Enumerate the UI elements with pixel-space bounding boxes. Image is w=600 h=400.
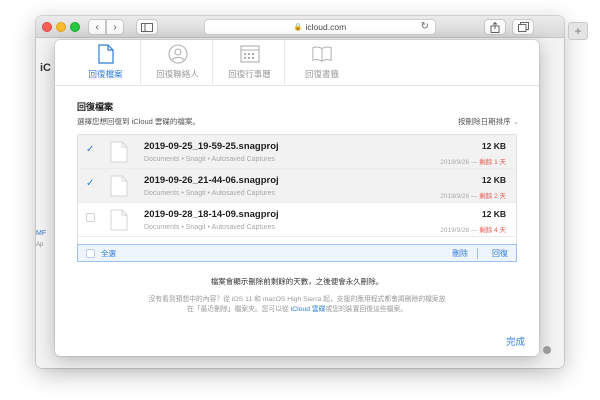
file-path: Documents • Snagit • Autosaved Captures xyxy=(144,224,275,231)
help-text: 在「最近刪除」檔案夾。您可以從 iCloud 雲碟或您的裝置回復這些檔案。 xyxy=(55,303,539,313)
file-checkbox[interactable]: ✓ xyxy=(86,144,95,155)
lock-icon: 🔒 xyxy=(293,24,303,31)
sort-label: 按刪除日期排序 xyxy=(458,117,511,126)
file-name: 2019-09-26_21-44-06.snagproj xyxy=(144,175,279,186)
sidebar-toggle-button[interactable] xyxy=(136,19,158,35)
zoom-window-button[interactable] xyxy=(70,22,80,32)
background-text: MF xyxy=(36,230,47,237)
reload-icon[interactable]: ↻ xyxy=(421,21,429,32)
file-path: Documents • Snagit • Autosaved Captures xyxy=(144,156,275,163)
file-icon xyxy=(110,209,128,231)
tab-restore-files[interactable]: 回復檔案 xyxy=(71,40,141,84)
help-text-part: 或您的裝置回復這些檔案。 xyxy=(325,306,408,313)
icloud-drive-link[interactable]: iCloud 雲碟 xyxy=(291,306,326,313)
list-item[interactable]: 2019-09-28_18-14-09.snagproj Documents •… xyxy=(78,203,516,237)
divider xyxy=(55,85,539,86)
sort-dropdown[interactable]: 按刪除日期排序 ⌄ xyxy=(458,116,519,127)
section-title: 回復檔案 xyxy=(77,102,114,112)
share-icon xyxy=(490,21,500,33)
sidebar-icon xyxy=(141,22,153,32)
background-text: Ap xyxy=(36,242,44,248)
file-date: 2019/9/28 — 剩餘 4 天 xyxy=(440,224,506,234)
list-item[interactable]: ✓ 2019-09-25_19-59-25.snagproj Documents… xyxy=(78,135,516,169)
back-button[interactable]: ‹ xyxy=(88,19,106,35)
new-tab-button[interactable]: + xyxy=(568,22,588,40)
share-button[interactable] xyxy=(484,19,506,35)
days-remaining: 剩餘 1 天 xyxy=(479,159,506,166)
select-all-checkbox[interactable] xyxy=(86,248,95,258)
file-date: 2019/9/26 — 剩餘 1 天 xyxy=(440,156,506,166)
file-checkbox[interactable] xyxy=(86,213,95,222)
days-remaining: 剩餘 4 天 xyxy=(479,227,506,234)
restore-button[interactable]: 回復 xyxy=(492,248,508,259)
file-size: 12 KB xyxy=(481,209,506,219)
file-size: 12 KB xyxy=(481,141,506,151)
app-initials: iC xyxy=(40,62,51,74)
checkmark-icon: ✓ xyxy=(86,144,95,155)
file-icon xyxy=(110,175,128,197)
tab-overview-button[interactable] xyxy=(512,19,534,35)
document-icon xyxy=(97,44,114,64)
days-remaining: 剩餘 2 天 xyxy=(479,193,506,200)
file-icon xyxy=(110,141,128,163)
tab-label: 回復行事曆 xyxy=(228,69,271,79)
retention-notice: 檔案會顯示刪除前剩餘的天數，之後便會永久刪除。 xyxy=(210,277,384,286)
restore-files-dialog: 回復檔案 回復聯絡人 回復行事曆 回復書籤 回復檔案 選擇您想回復到 iClou… xyxy=(55,40,539,356)
list-item[interactable]: ✓ 2019-09-26_21-44-06.snagproj Documents… xyxy=(78,169,516,203)
tabs-icon xyxy=(517,22,529,32)
tab-label: 回復書籤 xyxy=(304,69,339,79)
chevron-right-icon: › xyxy=(113,21,117,33)
tab-label: 回復檔案 xyxy=(88,69,123,79)
file-checkbox[interactable]: ✓ xyxy=(86,178,95,189)
calendar-icon xyxy=(239,45,260,63)
tab-restore-contacts[interactable]: 回復聯絡人 xyxy=(143,40,213,84)
contacts-icon xyxy=(167,44,188,64)
book-icon xyxy=(312,46,332,62)
file-name: 2019-09-25_19-59-25.snagproj xyxy=(144,141,279,152)
tab-restore-bookmarks[interactable]: 回復書籤 xyxy=(287,40,357,84)
divider xyxy=(477,248,478,259)
file-size: 12 KB xyxy=(481,175,506,185)
chevron-down-icon: ⌄ xyxy=(512,117,519,126)
forward-button[interactable]: › xyxy=(106,19,124,35)
select-all-button[interactable]: 全選 xyxy=(101,248,116,259)
file-name: 2019-09-28_18-14-09.snagproj xyxy=(144,209,279,220)
selection-bar: 全選 刪除 回復 xyxy=(77,244,517,262)
file-date: 2019/9/26 — 剩餘 2 天 xyxy=(440,190,506,200)
done-button[interactable]: 完成 xyxy=(506,334,525,348)
deleted-date: 2019/9/28 — xyxy=(440,227,478,234)
deleted-date: 2019/9/26 — xyxy=(440,193,478,200)
file-list: ✓ 2019-09-25_19-59-25.snagproj Documents… xyxy=(77,134,517,262)
tab-restore-calendars[interactable]: 回復行事曆 xyxy=(215,40,285,84)
scroll-indicator xyxy=(543,346,551,354)
url-text: icloud.com xyxy=(305,22,347,32)
help-text: 沒有看到預想中的內容？從 iOS 11 和 macOS High Sierra … xyxy=(148,296,446,303)
delete-button[interactable]: 刪除 xyxy=(452,248,468,259)
title-bar: ‹ › 🔒 icloud.com ↻ xyxy=(36,16,564,38)
minimize-window-button[interactable] xyxy=(56,22,66,32)
tab-label: 回復聯絡人 xyxy=(156,69,199,79)
section-subtitle: 選擇您想回復到 iCloud 雲碟的檔案。 xyxy=(77,117,200,126)
help-text-part: 在「最近刪除」檔案夾。您可以從 xyxy=(186,306,289,313)
deleted-date: 2019/9/26 — xyxy=(440,159,478,166)
close-window-button[interactable] xyxy=(42,22,52,32)
address-bar[interactable]: 🔒 icloud.com ↻ xyxy=(204,19,436,35)
file-path: Documents • Snagit • Autosaved Captures xyxy=(144,190,275,197)
checkmark-icon: ✓ xyxy=(86,178,95,189)
chevron-left-icon: ‹ xyxy=(95,21,99,33)
dialog-tab-bar: 回復檔案 回復聯絡人 回復行事曆 回復書籤 xyxy=(55,40,539,84)
